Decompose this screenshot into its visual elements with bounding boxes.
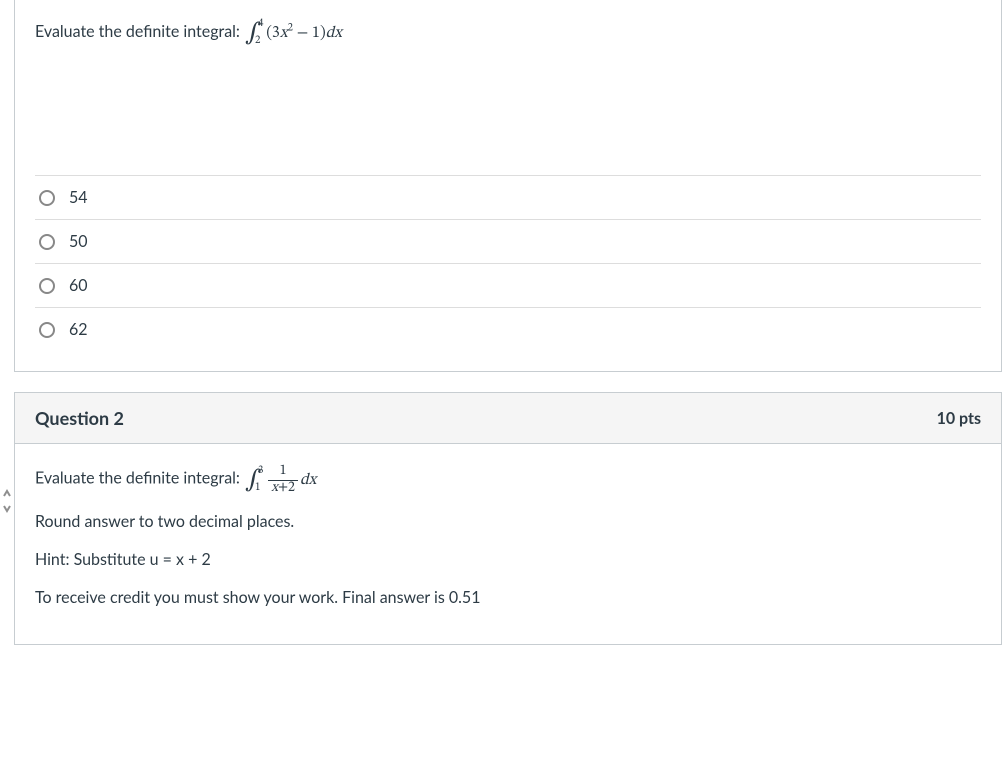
q1-option-2[interactable]: 60 [35, 263, 981, 307]
q2-int-lower: 1 [255, 481, 260, 495]
q2-frac-den-var: x [271, 481, 278, 495]
q2-frac-num: 1 [268, 464, 298, 480]
q1-option-3-label: 62 [69, 320, 88, 339]
q1-prompt-prefix: Evaluate the definite integral: [35, 22, 244, 41]
q1-int-lower: 2 [255, 34, 260, 48]
question-2-box: Question 2 10 pts Evaluate the definite … [14, 392, 1002, 645]
q1-option-1[interactable]: 50 [35, 219, 981, 263]
question-2-prompt: Evaluate the definite integral: ∫ 3 1 1 … [35, 464, 981, 496]
q2-line4: To receive credit you must show your wor… [35, 588, 480, 607]
q2-integrand-dx: dx [300, 472, 316, 488]
q1-radio-0[interactable] [39, 190, 55, 206]
q2-line3: Hint: Substitute u = x + 2 [35, 550, 211, 569]
q2-prompt-prefix: Evaluate the definite integral: [35, 469, 244, 488]
question-1-prompt: Evaluate the definite integral: ∫ 4 2 (3… [35, 20, 981, 45]
q1-option-0[interactable]: 54 [35, 175, 981, 219]
q1-int-upper: 4 [258, 17, 263, 31]
q1-options: 54 50 60 62 [35, 175, 981, 351]
question-1-body: Evaluate the definite integral: ∫ 4 2 (3… [15, 0, 1001, 371]
q1-option-0-label: 54 [69, 188, 88, 207]
q1-integrand-a: (3 [266, 25, 280, 41]
question-2-header: Question 2 10 pts [15, 393, 1001, 444]
q1-integrand-var: x [280, 25, 288, 41]
q1-radio-1[interactable] [39, 234, 55, 250]
q1-option-1-label: 50 [69, 232, 88, 251]
question-1-box: Evaluate the definite integral: ∫ 4 2 (3… [14, 0, 1002, 372]
q1-option-2-label: 60 [69, 276, 88, 295]
question-drag-handle[interactable] [0, 482, 14, 520]
question-2-points: 10 pts [937, 409, 981, 428]
q1-option-3[interactable]: 62 [35, 307, 981, 351]
q2-frac-den-rest: +2 [278, 481, 295, 495]
q1-integral: ∫ 4 2 (3x2 − 1)dx [244, 25, 342, 41]
q2-fraction: 1 x+2 [268, 464, 298, 496]
q1-integrand-dx: dx [326, 25, 342, 41]
q1-radio-2[interactable] [39, 278, 55, 294]
q1-integrand-b: − 1) [293, 25, 326, 41]
q2-line2: Round answer to two decimal places. [35, 512, 294, 531]
q2-int-upper: 3 [258, 464, 263, 478]
question-2-body: Evaluate the definite integral: ∫ 3 1 1 … [15, 444, 1001, 644]
question-2-title: Question 2 [35, 407, 124, 429]
q1-radio-3[interactable] [39, 322, 55, 338]
q2-integral: ∫ 3 1 1 x+2 dx [244, 472, 316, 488]
